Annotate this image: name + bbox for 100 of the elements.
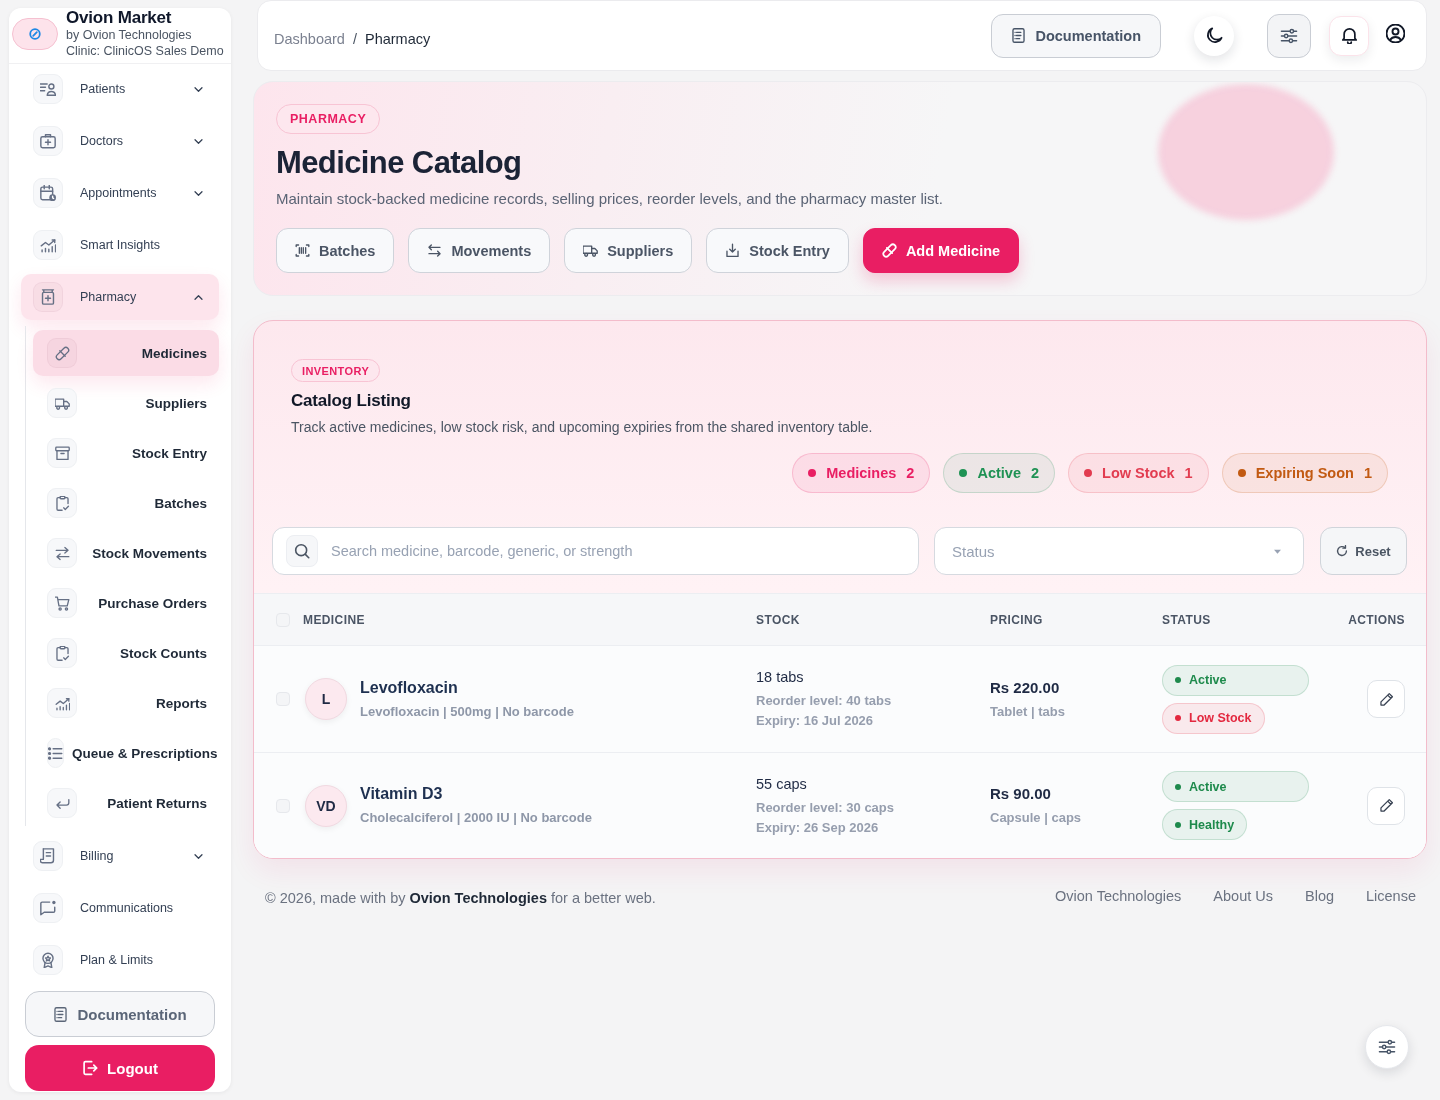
pill-icon <box>881 243 897 258</box>
moon-icon <box>1205 27 1223 44</box>
edit-button[interactable] <box>1367 680 1405 718</box>
stock-quantity: 18 tabs <box>756 668 804 687</box>
sliders-icon <box>1378 1038 1396 1056</box>
logo-icon <box>12 18 58 50</box>
search-field[interactable]: Search medicine, barcode, generic, or strength <box>272 527 919 575</box>
page-description: Maintain stock-backed medicine records, selling prices, reorder levels, and the pharmacy master list. <box>276 189 943 209</box>
archive-box-icon <box>47 438 77 468</box>
action-button[interactable]: Suppliers <box>564 228 693 273</box>
truck-icon <box>47 388 77 418</box>
arrows-icon <box>47 538 77 568</box>
footer-link[interactable]: License <box>1366 886 1416 906</box>
arrows-icon <box>427 243 443 258</box>
nav-subitem[interactable]: Batches <box>33 480 219 526</box>
expiry-date: Expiry: 16 Jul 2026 <box>756 712 874 730</box>
nav-item[interactable]: Plan & Limits <box>21 937 219 983</box>
nav-item[interactable]: Patients <box>21 66 219 112</box>
breadcrumb-link[interactable]: Dashboard <box>274 30 345 47</box>
nav-subitem[interactable]: Medicines <box>33 330 219 376</box>
nav-subitem[interactable]: Reports <box>33 680 219 726</box>
stat-label: Medicines <box>826 465 897 481</box>
avatar-initials: VD <box>305 784 347 827</box>
status-label: Healthy <box>1189 817 1235 832</box>
stat-label: Low Stock <box>1102 465 1175 481</box>
sliders-icon <box>1280 26 1298 45</box>
stat-count: 1 <box>1184 465 1193 481</box>
medicine-details: Cholecalciferol | 2000 IU | No barcode <box>360 809 592 827</box>
documentation-button[interactable]: Documentation <box>991 13 1161 58</box>
action-button[interactable]: Stock Entry <box>706 228 849 273</box>
settings-button[interactable] <box>1267 13 1311 58</box>
list-icon <box>47 738 64 768</box>
section-description: Track active medicines, low stock risk, and upcoming expiries from the shared inventory table. <box>291 418 873 437</box>
nav-subitem[interactable]: Stock Entry <box>33 430 219 476</box>
action-button[interactable]: Movements <box>408 228 551 273</box>
nav-item[interactable]: Pharmacy <box>21 274 219 320</box>
medicine-name: Vitamin D3 <box>360 784 443 804</box>
nav-subitem[interactable]: Patient Returns <box>33 780 219 826</box>
stat-count: 1 <box>1363 465 1372 481</box>
nav-subitem[interactable]: Queue & Prescriptions <box>33 730 219 776</box>
section-tag: PHARMACY <box>276 104 381 134</box>
clipboard-check-icon <box>47 488 77 518</box>
nav-item[interactable]: Appointments <box>21 170 219 216</box>
action-button[interactable]: Batches <box>276 228 395 273</box>
nav-subitem[interactable]: Purchase Orders <box>33 580 219 626</box>
footer-link[interactable]: Blog <box>1305 886 1334 906</box>
pencil-icon <box>1378 691 1394 707</box>
nav-subitem[interactable]: Suppliers <box>33 380 219 426</box>
breadcrumb-separator: / <box>352 30 357 47</box>
brand-name: Ovion Market <box>66 9 172 27</box>
medicine-name: Levofloxacin <box>360 677 458 698</box>
notifications-button[interactable] <box>1329 15 1369 56</box>
status-label: Active <box>1189 779 1227 794</box>
status-label: Active <box>1189 673 1227 687</box>
settings-button[interactable] <box>1365 1025 1409 1069</box>
primary-button[interactable]: Add Medicine <box>862 228 1020 273</box>
nav-subitem[interactable]: Stock Counts <box>33 630 219 676</box>
document-icon <box>53 1006 69 1022</box>
edit-button[interactable] <box>1367 786 1405 825</box>
stock-quantity: 55 caps <box>756 774 807 794</box>
documentation-button[interactable]: Documentation <box>25 991 215 1037</box>
logout-button[interactable]: Logout <box>25 1045 215 1091</box>
nav-item[interactable]: Billing <box>21 833 219 879</box>
footer-link[interactable]: About Us <box>1213 886 1273 906</box>
search-icon <box>286 535 318 567</box>
column-header: STATUS <box>1162 612 1211 627</box>
theme-toggle-button[interactable] <box>1194 15 1234 56</box>
page-title: Medicine Catalog <box>276 146 522 180</box>
clinic-name: Clinic: ClinicOS Sales Demo <box>66 43 224 59</box>
section-title: Catalog Listing <box>291 390 411 412</box>
expiry-date: Expiry: 26 Sep 2026 <box>756 818 879 837</box>
copyright-text: © 2026, made with by Ovion Technologies for a better web. <box>265 889 656 908</box>
user-icon[interactable] <box>1386 23 1405 43</box>
reset-button[interactable]: Reset <box>1320 527 1407 575</box>
medical-bag-icon <box>33 126 63 156</box>
nav-subitem[interactable]: Stock Movements <box>33 530 219 576</box>
receipt-icon <box>33 841 63 871</box>
medicine-box-icon <box>33 282 63 312</box>
avatar-initials: L <box>305 678 347 720</box>
reorder-level: Reorder level: 30 caps <box>756 798 895 817</box>
column-header: STOCK <box>756 612 800 627</box>
document-icon <box>1011 28 1027 43</box>
stat-label: Active <box>977 465 1021 481</box>
nav-item[interactable]: Doctors <box>21 118 219 164</box>
reorder-level: Reorder level: 40 tabs <box>756 692 892 710</box>
truck-icon <box>583 243 599 258</box>
status-label: Low Stock <box>1189 711 1252 725</box>
column-header: MEDICINE <box>303 612 365 627</box>
nav-item[interactable]: Communications <box>21 885 219 931</box>
nav-item[interactable]: Smart Insights <box>21 222 219 268</box>
user-list-icon <box>33 74 63 104</box>
footer-link[interactable]: Ovion Technologies <box>1055 886 1182 906</box>
return-arrow-icon <box>47 788 77 818</box>
medicine-details: Levofloxacin | 500mg | No barcode <box>360 702 574 721</box>
message-icon <box>33 893 63 923</box>
stat-count: 2 <box>1030 465 1040 481</box>
column-header: ACTIONS <box>1348 612 1405 627</box>
award-icon <box>33 945 63 975</box>
calendar-clock-icon <box>33 178 63 208</box>
logout-icon <box>82 1060 99 1076</box>
